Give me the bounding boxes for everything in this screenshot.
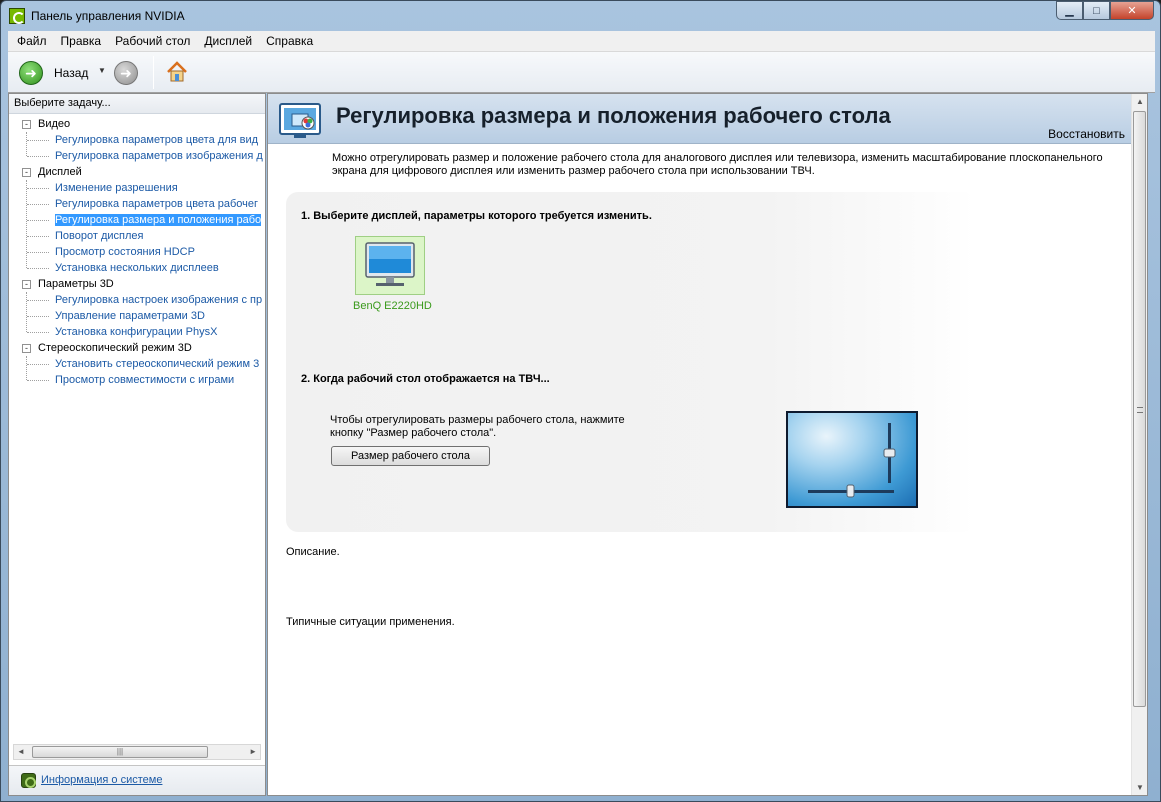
tree-category-video[interactable]: - Видео xyxy=(9,116,265,132)
page-title: Регулировка размера и положения рабочего… xyxy=(336,103,891,128)
system-info-bar: Информация о системе xyxy=(9,765,265,795)
tree-category-label: Дисплей xyxy=(38,166,82,178)
task-pane-header: Выберите задачу... xyxy=(9,94,265,114)
tree-item-label: Установка конфигурации PhysX xyxy=(55,326,218,338)
tree-item-label: Регулировка параметров цвета для вид xyxy=(55,134,259,146)
page-header: Регулировка размера и положения рабочего… xyxy=(268,94,1135,144)
tree-item-video-image[interactable]: Регулировка параметров изображения д xyxy=(9,148,265,164)
tree-horizontal-scrollbar[interactable]: ◄ ||| ► xyxy=(13,744,261,760)
page-intro: Можно отрегулировать размер и положение … xyxy=(332,152,1103,177)
scrollbar-thumb[interactable] xyxy=(1133,111,1146,707)
restore-link[interactable]: Восстановить xyxy=(1048,127,1125,141)
tree-group-video: - Видео Регулировка параметров цвета для… xyxy=(9,116,265,164)
home-icon[interactable] xyxy=(165,60,189,84)
scroll-left-icon[interactable]: ◄ xyxy=(17,747,25,756)
tree-group-stereo-3d: - Стереоскопический режим 3D Установить … xyxy=(9,340,265,388)
toolbar-separator xyxy=(153,56,154,89)
scrollbar-grip xyxy=(1137,407,1143,413)
task-pane: Выберите задачу... - Видео Регулировка п… xyxy=(8,93,266,796)
tree-group-3d-settings: - Параметры 3D Регулировка настроек изоб… xyxy=(9,276,265,340)
menu-desktop[interactable]: Рабочий стол xyxy=(108,34,197,48)
menu-bar: Файл Правка Рабочий стол Дисплей Справка xyxy=(8,31,1155,52)
display-name-label[interactable]: BenQ E2220HD xyxy=(353,300,432,312)
collapse-icon[interactable]: - xyxy=(22,120,31,129)
content-pane: Регулировка размера и положения рабочего… xyxy=(267,93,1148,796)
tree-item-image-settings-preview[interactable]: Регулировка настроек изображения с пр xyxy=(9,292,265,308)
window-title: Панель управления NVIDIA xyxy=(31,9,185,23)
tree-item-physx[interactable]: Установка конфигурации PhysX xyxy=(9,324,265,340)
description-label: Описание. xyxy=(286,546,340,558)
desktop-resize-preview xyxy=(786,411,918,508)
collapse-icon[interactable]: - xyxy=(22,168,31,177)
tree-item-label: Регулировка параметров изображения д xyxy=(55,150,263,162)
tree-item-rotate-display[interactable]: Поворот дисплея xyxy=(9,228,265,244)
menu-file[interactable]: Файл xyxy=(10,34,54,48)
tree-item-label: Поворот дисплея xyxy=(55,230,144,242)
tree-category-label: Параметры 3D xyxy=(38,278,114,290)
close-button[interactable]: ✕ xyxy=(1110,1,1154,20)
tree-item-label: Просмотр совместимости с играми xyxy=(55,374,235,386)
collapse-icon[interactable]: - xyxy=(22,280,31,289)
settings-panel: 1. Выберите дисплей, параметры которого … xyxy=(286,192,976,532)
desktop-size-icon xyxy=(279,103,321,138)
menu-edit[interactable]: Правка xyxy=(54,34,109,48)
system-info-icon xyxy=(21,773,36,788)
tree-item-label: Изменение разрешения xyxy=(55,182,178,194)
tree-item-change-resolution[interactable]: Изменение разрешения xyxy=(9,180,265,196)
nvidia-logo-icon xyxy=(9,8,25,24)
window-controls: ▁ □ ✕ xyxy=(1056,1,1154,20)
tree-item-label: Просмотр состояния HDCP xyxy=(55,246,195,258)
scroll-right-icon[interactable]: ► xyxy=(249,747,257,756)
tree-group-display: - Дисплей Изменение разрешения Регулиров… xyxy=(9,164,265,276)
monitor-icon xyxy=(365,242,415,286)
tree-category-display[interactable]: - Дисплей xyxy=(9,164,265,180)
tree-item-game-compatibility[interactable]: Просмотр совместимости с играми xyxy=(9,372,265,388)
forward-button[interactable]: ➜ xyxy=(114,61,138,85)
scroll-up-icon[interactable]: ▲ xyxy=(1136,97,1144,106)
back-dropdown-icon[interactable]: ▼ xyxy=(98,66,106,75)
arrow-left-icon: ➜ xyxy=(25,64,37,81)
display-tile-benq[interactable] xyxy=(355,236,425,295)
collapse-icon[interactable]: - xyxy=(22,344,31,353)
menu-display[interactable]: Дисплей xyxy=(197,34,259,48)
tree-item-label: Регулировка параметров цвета рабочег xyxy=(55,198,259,210)
system-info-link[interactable]: Информация о системе xyxy=(41,774,162,786)
back-label[interactable]: Назад xyxy=(54,66,88,80)
tree-category-label: Видео xyxy=(38,118,71,130)
tree-item-label: Регулировка размера и положения рабо xyxy=(55,214,262,226)
tree-item-multiple-displays[interactable]: Установка нескольких дисплеев xyxy=(9,260,265,276)
tree-category-label: Стереоскопический режим 3D xyxy=(38,342,192,354)
desktop-size-button[interactable]: Размер рабочего стола xyxy=(331,446,490,466)
tree-item-desktop-size-selected[interactable]: Регулировка размера и положения рабо xyxy=(9,212,265,228)
tree-item-label: Управление параметрами 3D xyxy=(55,310,205,322)
tree-item-setup-stereo[interactable]: Установить стереоскопический режим 3 xyxy=(9,356,265,372)
step1-title: 1. Выберите дисплей, параметры которого … xyxy=(301,210,652,222)
scrollbar-thumb[interactable]: ||| xyxy=(32,746,208,758)
step2-title: 2. Когда рабочий стол отображается на ТВ… xyxy=(301,373,550,385)
tree-item-label: Регулировка настроек изображения с пр xyxy=(55,294,263,306)
tree-category-stereo-3d[interactable]: - Стереоскопический режим 3D xyxy=(9,340,265,356)
tree-category-3d-settings[interactable]: - Параметры 3D xyxy=(9,276,265,292)
menu-help[interactable]: Справка xyxy=(259,34,320,48)
tree-item-video-color[interactable]: Регулировка параметров цвета для вид xyxy=(9,132,265,148)
scroll-down-icon[interactable]: ▼ xyxy=(1136,783,1144,792)
app-window: Панель управления NVIDIA ▁ □ ✕ Файл Прав… xyxy=(0,0,1161,802)
tree-item-label: Установка нескольких дисплеев xyxy=(55,262,219,274)
resize-sliders-icon xyxy=(808,423,896,498)
tree-item-label: Установить стереоскопический режим 3 xyxy=(55,358,260,370)
tree-item-manage-3d[interactable]: Управление параметрами 3D xyxy=(9,308,265,324)
tree-item-desktop-color[interactable]: Регулировка параметров цвета рабочег xyxy=(9,196,265,212)
maximize-button[interactable]: □ xyxy=(1083,1,1110,20)
minimize-button[interactable]: ▁ xyxy=(1056,1,1083,20)
arrow-right-icon: ➜ xyxy=(120,64,132,81)
task-tree: - Видео Регулировка параметров цвета для… xyxy=(9,116,265,741)
content-vertical-scrollbar[interactable]: ▲ ▼ xyxy=(1131,94,1147,795)
title-bar: Панель управления NVIDIA ▁ □ ✕ xyxy=(1,1,1160,31)
toolbar: ➜ Назад ▼ ➜ xyxy=(8,52,1155,93)
step2-instructions: Чтобы отрегулировать размеры рабочего ст… xyxy=(330,414,625,439)
usage-label: Типичные ситуации применения. xyxy=(286,616,455,628)
tree-item-hdcp-status[interactable]: Просмотр состояния HDCP xyxy=(9,244,265,260)
back-button[interactable]: ➜ xyxy=(19,61,43,85)
